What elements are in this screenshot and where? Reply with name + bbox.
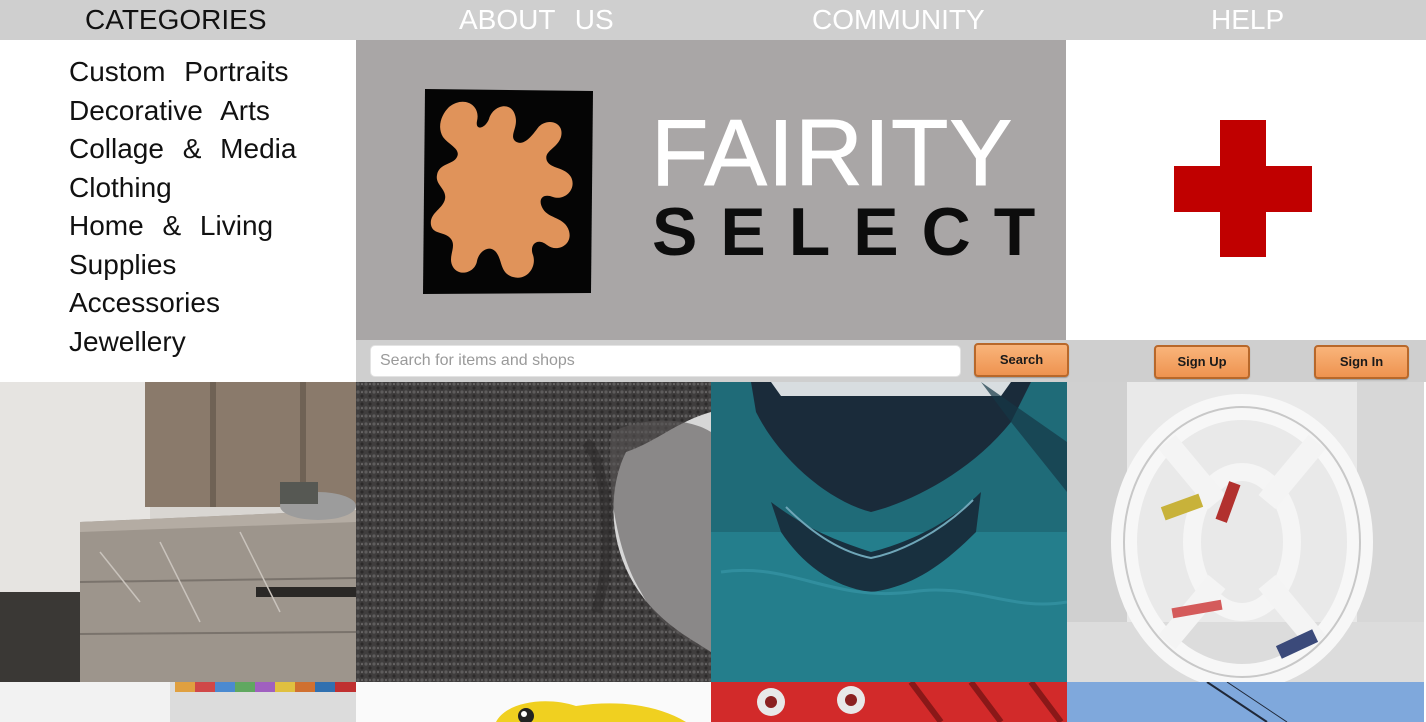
nav-categories-link[interactable]: CATEGORIES: [85, 4, 267, 36]
search-input[interactable]: [370, 345, 961, 377]
category-jewellery[interactable]: Jewellery: [69, 323, 296, 362]
product-image-bottom-4[interactable]: [1067, 682, 1424, 722]
search-bar: Search Sign Up Sign In: [356, 340, 1426, 382]
product-image-bottom-3[interactable]: [711, 682, 1067, 722]
category-accessories[interactable]: Accessories: [69, 284, 296, 323]
red-cross-icon[interactable]: [1174, 120, 1312, 257]
category-collage-media[interactable]: Collage & Media: [69, 130, 296, 169]
product-image-knit-bowtie[interactable]: [356, 382, 711, 682]
categories-panel: Custom Portraits Decorative Arts Collage…: [0, 40, 356, 382]
product-image-round-shelf[interactable]: [1067, 382, 1424, 682]
sign-in-button[interactable]: Sign In: [1314, 345, 1409, 379]
nav-about-us-link[interactable]: ABOUT US: [459, 4, 614, 36]
category-clothing[interactable]: Clothing: [69, 169, 296, 208]
top-nav-bar: CATEGORIES ABOUT US COMMUNITY HELP: [0, 0, 1426, 40]
brand-name-line2: SELECT: [652, 194, 1059, 270]
leaf-silhouette-logo-icon[interactable]: [419, 87, 595, 296]
product-image-interior-cabinet[interactable]: [0, 382, 356, 682]
sign-up-button[interactable]: Sign Up: [1154, 345, 1250, 379]
category-home-living[interactable]: Home & Living: [69, 207, 296, 246]
product-image-bottom-1[interactable]: [0, 682, 356, 722]
help-panel: [1066, 40, 1424, 340]
categories-list: Custom Portraits Decorative Arts Collage…: [69, 53, 296, 361]
product-image-bottom-2[interactable]: [356, 682, 711, 722]
category-custom-portraits[interactable]: Custom Portraits: [69, 53, 296, 92]
nav-help-link[interactable]: HELP: [1211, 4, 1284, 36]
nav-community-link[interactable]: COMMUNITY: [812, 4, 985, 36]
category-decorative-arts[interactable]: Decorative Arts: [69, 92, 296, 131]
category-supplies[interactable]: Supplies: [69, 246, 296, 285]
brand-name-line1: FAIRITY: [650, 100, 1014, 205]
hero-banner: FAIRITY SELECT: [356, 40, 1066, 340]
product-image-boat-reflection[interactable]: [711, 382, 1067, 682]
search-button[interactable]: Search: [974, 343, 1069, 377]
